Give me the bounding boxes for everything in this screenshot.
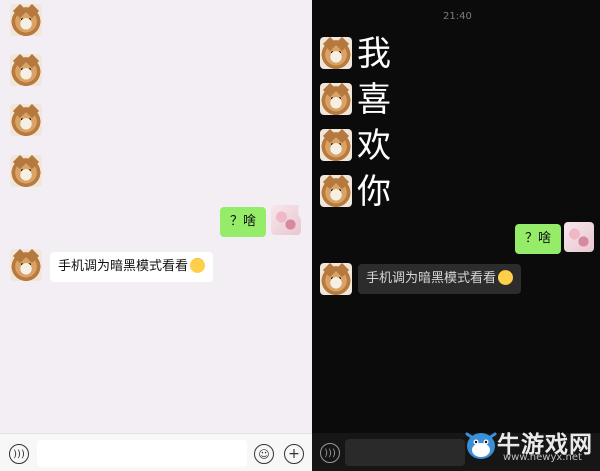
message-input[interactable] <box>345 439 465 466</box>
message-text: 手机调为暗黑模式看看 <box>58 259 189 274</box>
friend-avatar-sticker[interactable] <box>10 155 42 187</box>
big-text-message[interactable]: 我 <box>357 34 391 74</box>
my-message-bubble[interactable]: ？啥 <box>220 207 267 237</box>
message-input[interactable] <box>37 440 247 467</box>
friend-avatar[interactable] <box>320 83 352 115</box>
friend-avatar[interactable] <box>320 263 352 295</box>
dark-mode-chat: 21:40 我 喜 欢 你 ？啥 手机调为暗黑模式看看 <box>312 0 600 471</box>
plus-icon[interactable]: + <box>284 444 304 464</box>
friend-message-bubble[interactable]: 手机调为暗黑模式看看 <box>50 252 214 282</box>
light-input-bar: ))) ☺ + <box>0 433 312 471</box>
watermark-url: www.newyx.net <box>503 452 582 463</box>
friend-avatar-sticker[interactable] <box>10 54 42 86</box>
emoji-icon <box>190 258 206 273</box>
watermark-logo-icon <box>465 432 497 459</box>
friend-avatar[interactable] <box>320 129 352 161</box>
friend-avatar[interactable] <box>320 37 352 69</box>
timestamp: 21:40 <box>443 11 472 22</box>
friend-avatar[interactable] <box>320 175 352 207</box>
my-avatar[interactable] <box>564 222 594 252</box>
friend-avatar-sticker[interactable] <box>10 4 42 36</box>
message-text: ？啥 <box>230 214 257 229</box>
message-text: 手机调为暗黑模式看看 <box>366 271 497 286</box>
friend-avatar[interactable] <box>10 249 42 281</box>
voice-icon[interactable]: ))) <box>320 443 340 463</box>
light-mode-chat: ？啥 手机调为暗黑模式看看 <box>0 0 312 471</box>
my-avatar[interactable] <box>271 205 301 235</box>
big-text-message[interactable]: 欢 <box>357 126 391 166</box>
voice-icon[interactable]: ))) <box>9 444 29 464</box>
emoji-icon <box>498 270 514 285</box>
friend-avatar-sticker[interactable] <box>10 104 42 136</box>
big-text-message[interactable]: 喜 <box>357 80 391 120</box>
message-text: ？啥 <box>525 231 552 246</box>
big-text-message[interactable]: 你 <box>357 172 391 212</box>
emoji-icon[interactable]: ☺ <box>254 444 274 464</box>
my-message-bubble[interactable]: ？啥 <box>515 224 562 254</box>
friend-message-bubble[interactable]: 手机调为暗黑模式看看 <box>358 264 522 294</box>
